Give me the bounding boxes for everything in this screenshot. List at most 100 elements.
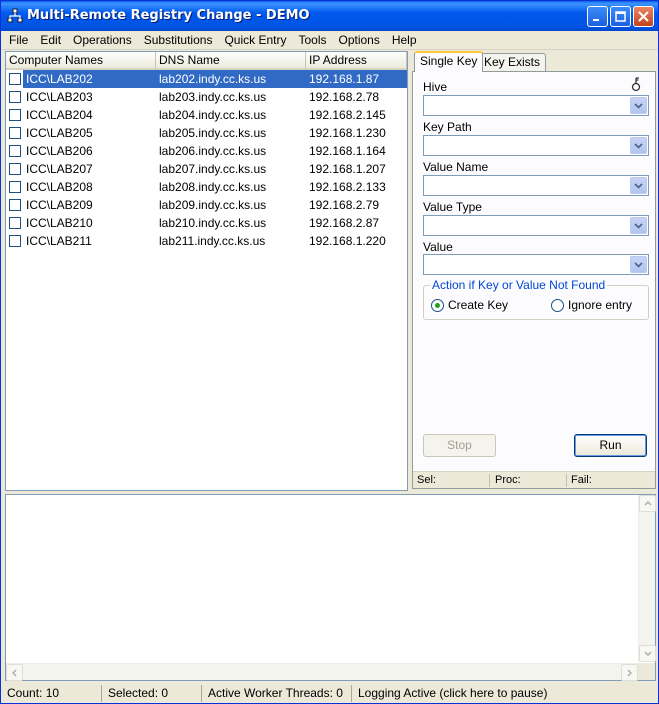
value-label: Value: [423, 240, 453, 254]
scroll-up-button[interactable]: [639, 495, 656, 512]
row-checkbox[interactable]: [9, 91, 21, 103]
action-not-found-group: Action if Key or Value Not Found Create …: [423, 278, 649, 320]
table-row[interactable]: ICC\LAB209 lab209.indy.cc.ks.us 192.168.…: [6, 196, 407, 214]
menu-operations[interactable]: Operations: [67, 32, 138, 49]
close-button[interactable]: [633, 6, 654, 27]
ip-address: 192.168.1.164: [309, 144, 386, 158]
value-name-dropdown-button[interactable]: [630, 177, 647, 194]
table-row[interactable]: ICC\LAB204 lab204.indy.cc.ks.us 192.168.…: [6, 106, 407, 124]
computer-name: ICC\LAB206: [26, 144, 93, 158]
row-checkbox[interactable]: [9, 109, 21, 121]
value-combo[interactable]: [423, 254, 649, 275]
ip-address: 192.168.2.145: [309, 108, 386, 122]
list-rows: ICC\LAB202 lab202.indy.cc.ks.us 192.168.…: [6, 70, 407, 250]
log-output[interactable]: [5, 494, 656, 681]
status-divider: [566, 474, 567, 487]
key-path-combo[interactable]: [423, 135, 649, 156]
computer-name: ICC\LAB209: [26, 198, 93, 212]
value-dropdown-button[interactable]: [630, 256, 647, 273]
radio-ignore-entry[interactable]: Ignore entry: [551, 298, 632, 312]
value-type-dropdown-button[interactable]: [630, 217, 647, 234]
menu-options[interactable]: Options: [332, 32, 385, 49]
dns-name: lab204.indy.cc.ks.us: [159, 108, 267, 122]
hive-label: Hive: [423, 80, 448, 94]
scrollbar-corner: [638, 663, 655, 680]
computer-name: ICC\LAB208: [26, 180, 93, 194]
table-row[interactable]: ICC\LAB207 lab207.indy.cc.ks.us 192.168.…: [6, 160, 407, 178]
chevron-down-icon: [634, 223, 643, 229]
chevron-left-icon: [12, 669, 17, 677]
status-bar: Count: 10 Selected: 0 Active Worker Thre…: [1, 684, 658, 703]
menu-bar: File Edit Operations Substitutions Quick…: [1, 31, 658, 50]
tab-single-key[interactable]: Single Key: [414, 51, 484, 72]
proc-count-label: Proc:: [495, 474, 521, 486]
radio-create-key-indicator[interactable]: [431, 298, 444, 312]
row-checkbox[interactable]: [9, 73, 21, 85]
vertical-scrollbar[interactable]: [638, 495, 656, 662]
dns-name: lab207.indy.cc.ks.us: [159, 162, 267, 176]
table-row[interactable]: ICC\LAB210 lab210.indy.cc.ks.us 192.168.…: [6, 214, 407, 232]
column-computer-names[interactable]: Computer Names: [6, 52, 156, 70]
computer-list[interactable]: Computer Names DNS Name IP Address ICC\L…: [5, 51, 408, 491]
table-row[interactable]: ICC\LAB208 lab208.indy.cc.ks.us 192.168.…: [6, 178, 407, 196]
value-type-combo[interactable]: [423, 215, 649, 236]
dns-name: lab206.indy.cc.ks.us: [159, 144, 267, 158]
radio-ignore-entry-indicator[interactable]: [551, 298, 564, 312]
stop-button[interactable]: Stop: [423, 434, 496, 457]
value-name-combo[interactable]: [423, 175, 649, 196]
status-logging-toggle[interactable]: Logging Active (click here to pause): [354, 685, 656, 702]
key-path-dropdown-button[interactable]: [630, 137, 647, 154]
menu-help[interactable]: Help: [386, 32, 423, 49]
row-checkbox[interactable]: [9, 181, 21, 193]
chevron-down-icon: [634, 143, 643, 149]
row-checkbox[interactable]: [9, 199, 21, 211]
scroll-left-button[interactable]: [6, 664, 23, 681]
radio-ignore-entry-label: Ignore entry: [568, 298, 633, 312]
maximize-icon: [615, 11, 626, 22]
maximize-button[interactable]: [610, 6, 631, 27]
menu-edit[interactable]: Edit: [34, 32, 67, 49]
row-checkbox[interactable]: [9, 127, 21, 139]
hive-dropdown-button[interactable]: [630, 97, 647, 114]
scroll-right-button[interactable]: [621, 664, 638, 681]
single-key-panel: Hive Key Path Value Name Value Type Valu…: [412, 71, 656, 489]
tab-strip: Single Key Key Exists: [412, 51, 656, 72]
menu-tools[interactable]: Tools: [292, 32, 332, 49]
row-checkbox[interactable]: [9, 217, 21, 229]
minimize-icon: [593, 19, 599, 21]
chevron-down-icon: [634, 183, 643, 189]
chevron-up-icon: [644, 501, 652, 506]
radio-create-key-label: Create Key: [448, 298, 509, 312]
action-group-title: Action if Key or Value Not Found: [430, 278, 608, 292]
menu-substitutions[interactable]: Substitutions: [138, 32, 219, 49]
column-ip-address[interactable]: IP Address: [306, 52, 407, 70]
table-row[interactable]: ICC\LAB206 lab206.indy.cc.ks.us 192.168.…: [6, 142, 407, 160]
column-dns-name[interactable]: DNS Name: [156, 52, 306, 70]
menu-quick-entry[interactable]: Quick Entry: [218, 32, 292, 49]
hive-combo[interactable]: [423, 95, 649, 116]
horizontal-scrollbar[interactable]: [6, 663, 638, 681]
tab-key-exists[interactable]: Key Exists: [478, 53, 547, 72]
key-icon[interactable]: [630, 76, 644, 92]
menu-file[interactable]: File: [3, 32, 34, 49]
minimize-button[interactable]: [587, 6, 608, 27]
chevron-right-icon: [627, 669, 632, 677]
app-icon: [7, 8, 23, 23]
table-row[interactable]: ICC\LAB202 lab202.indy.cc.ks.us 192.168.…: [6, 70, 407, 88]
run-button[interactable]: Run: [574, 434, 647, 457]
dns-name: lab211.indy.cc.ks.us: [159, 234, 266, 248]
row-checkbox[interactable]: [9, 163, 21, 175]
table-row[interactable]: ICC\LAB203 lab203.indy.cc.ks.us 192.168.…: [6, 88, 407, 106]
table-row[interactable]: ICC\LAB205 lab205.indy.cc.ks.us 192.168.…: [6, 124, 407, 142]
status-selected: Selected: 0: [104, 685, 202, 702]
fail-count-label: Fail:: [571, 474, 592, 486]
dns-name: lab203.indy.cc.ks.us: [159, 90, 267, 104]
dns-name: lab202.indy.cc.ks.us: [159, 72, 267, 86]
table-row[interactable]: ICC\LAB211 lab211.indy.cc.ks.us 192.168.…: [6, 232, 407, 250]
computer-name: ICC\LAB207: [26, 162, 93, 176]
radio-create-key[interactable]: Create Key: [431, 298, 508, 312]
row-checkbox[interactable]: [9, 145, 21, 157]
scroll-down-button[interactable]: [639, 645, 656, 662]
row-checkbox[interactable]: [9, 235, 21, 247]
title-bar[interactable]: Multi-Remote Registry Change - DEMO: [1, 1, 658, 31]
